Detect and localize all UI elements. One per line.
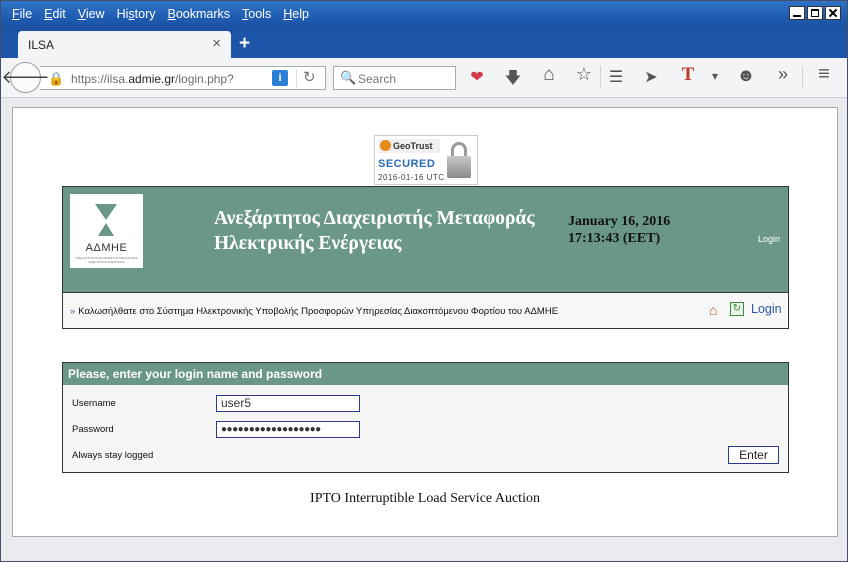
- seal-date: 2016-01-16 UTC: [378, 173, 445, 182]
- welcome-login-link[interactable]: Login: [751, 302, 782, 316]
- title-bar: File Edit View History Bookmarks Tools H…: [1, 1, 847, 31]
- url-text[interactable]: https://ilsa.admie.gr/login.php?: [71, 72, 234, 86]
- lock-icon[interactable]: 🔒: [48, 71, 64, 87]
- admie-logo: ΑΔΜΗΕ ΑΝΕΞΑΡΤΗΤΟΣ ΔΙΑΧΕΙΡΙΣΤΗΣ ΜΕΤΑΦΟΡΑΣ…: [70, 194, 143, 268]
- search-input[interactable]: 🔍 Search: [333, 66, 456, 90]
- password-field[interactable]: ●●●●●●●●●●●●●●●●●●: [216, 421, 360, 438]
- menu-file[interactable]: File: [7, 7, 37, 21]
- seal-secured: SECURED: [378, 158, 436, 170]
- download-icon[interactable]: 🡇: [503, 67, 523, 94]
- login-heading: Please, enter your login name and passwo…: [63, 363, 788, 385]
- enter-button[interactable]: Enter: [728, 446, 779, 464]
- home-link-icon[interactable]: ⌂: [709, 302, 717, 318]
- site-title: Ανεξάρτητος Διαχειριστής Μεταφοράς Ηλεκτ…: [214, 206, 535, 256]
- login-form: Please, enter your login name and passwo…: [62, 362, 789, 473]
- close-tab-icon[interactable]: ×: [212, 35, 221, 52]
- server-time: 17:13:43 (EET): [568, 231, 661, 246]
- pocket-icon[interactable]: ❤: [467, 67, 487, 87]
- overflow-icon[interactable]: »: [773, 64, 793, 85]
- login-link-icon[interactable]: ↻: [730, 302, 744, 316]
- menu-help[interactable]: Help: [278, 7, 314, 21]
- footer-title: IPTO Interruptible Load Service Auction: [310, 491, 540, 506]
- menu-tools[interactable]: Tools: [237, 7, 276, 21]
- text-tool-icon[interactable]: T: [678, 64, 698, 86]
- seal-brand: GeoTrust: [378, 139, 440, 153]
- home-icon[interactable]: ⌂: [539, 64, 559, 86]
- stay-logged-label[interactable]: Always stay logged: [72, 450, 153, 461]
- minimize-button[interactable]: [789, 6, 805, 20]
- search-placeholder: Search: [358, 72, 397, 86]
- url-separator: [296, 69, 297, 87]
- dropdown-arrow-icon[interactable]: ▾: [705, 69, 725, 83]
- hamburger-menu-icon[interactable]: ≡: [814, 63, 834, 86]
- header-login-link[interactable]: Login: [758, 234, 780, 244]
- bookmark-star-icon[interactable]: ☆: [574, 64, 594, 85]
- toolbar-separator: [600, 66, 601, 88]
- reload-icon[interactable]: ↻: [303, 68, 316, 86]
- window-controls: [789, 6, 841, 20]
- send-icon[interactable]: ➤: [641, 67, 661, 87]
- reader-view-icon[interactable]: ☰: [606, 67, 626, 87]
- logo-text: ΑΔΜΗΕ: [85, 242, 128, 254]
- server-date: January 16, 2016: [568, 214, 671, 229]
- tab-ilsa[interactable]: ILSA ×: [18, 31, 231, 58]
- back-arrow-icon: 🡐: [1, 67, 50, 87]
- toolbar-separator-2: [802, 66, 803, 88]
- site-header: ΑΔΜΗΕ ΑΝΕΞΑΡΤΗΤΟΣ ΔΙΑΧΕΙΡΙΣΤΗΣ ΜΕΤΑΦΟΡΑΣ…: [62, 186, 789, 293]
- content-viewport: GeoTrust SECURED 2016-01-16 UTC ΑΔΜΗΕ ΑΝ…: [1, 98, 847, 561]
- search-icon: 🔍: [340, 70, 357, 85]
- padlock-icon: [447, 142, 471, 178]
- menu-history[interactable]: History: [112, 7, 161, 21]
- maximize-button[interactable]: [807, 6, 823, 20]
- welcome-message: » Καλωσήλθατε στο Σύστημα Ηλεκτρονικής Υπ…: [70, 306, 559, 317]
- info-icon[interactable]: i: [272, 70, 288, 86]
- tab-title: ILSA: [28, 38, 55, 52]
- username-field[interactable]: user5: [216, 395, 360, 412]
- menu-edit[interactable]: Edit: [39, 7, 71, 21]
- navigation-toolbar: 🔒 https://ilsa.admie.gr/login.php? i ↻ 🡐…: [1, 58, 847, 98]
- logo-mark-icon: [95, 204, 117, 236]
- close-window-button[interactable]: [825, 6, 841, 20]
- new-tab-icon[interactable]: +: [239, 33, 250, 55]
- geotrust-seal[interactable]: GeoTrust SECURED 2016-01-16 UTC: [374, 135, 478, 185]
- welcome-bar: » Καλωσήλθατε στο Σύστημα Ηλεκτρονικής Υπ…: [62, 293, 789, 329]
- password-label: Password: [72, 424, 114, 435]
- browser-window: File Edit View History Bookmarks Tools H…: [0, 0, 848, 562]
- raquo-icon: »: [70, 306, 76, 317]
- menu-bar: File Edit View History Bookmarks Tools H…: [7, 7, 316, 21]
- username-label: Username: [72, 398, 116, 409]
- url-bar[interactable]: 🔒 https://ilsa.admie.gr/login.php? i ↻: [40, 66, 326, 90]
- site-title-line2: Ηλεκτρικής Ενέργειας: [214, 233, 402, 254]
- logo-subtext: ΑΝΕΞΑΡΤΗΤΟΣ ΔΙΑΧΕΙΡΙΣΤΗΣ ΜΕΤΑΦΟΡΑΣ ΗΛΕΚΤ…: [75, 256, 138, 264]
- back-button[interactable]: 🡐: [1, 62, 50, 93]
- site-title-line1: Ανεξάρτητος Διαχειριστής Μεταφοράς: [214, 208, 535, 229]
- web-page: GeoTrust SECURED 2016-01-16 UTC ΑΔΜΗΕ ΑΝ…: [12, 107, 838, 537]
- tab-strip: ILSA × +: [1, 31, 847, 58]
- menu-view[interactable]: View: [73, 7, 110, 21]
- menu-bookmarks[interactable]: Bookmarks: [163, 7, 236, 21]
- server-datetime: January 16, 2016 17:13:43 (EET): [568, 213, 670, 247]
- emoji-icon[interactable]: ☻: [736, 65, 756, 86]
